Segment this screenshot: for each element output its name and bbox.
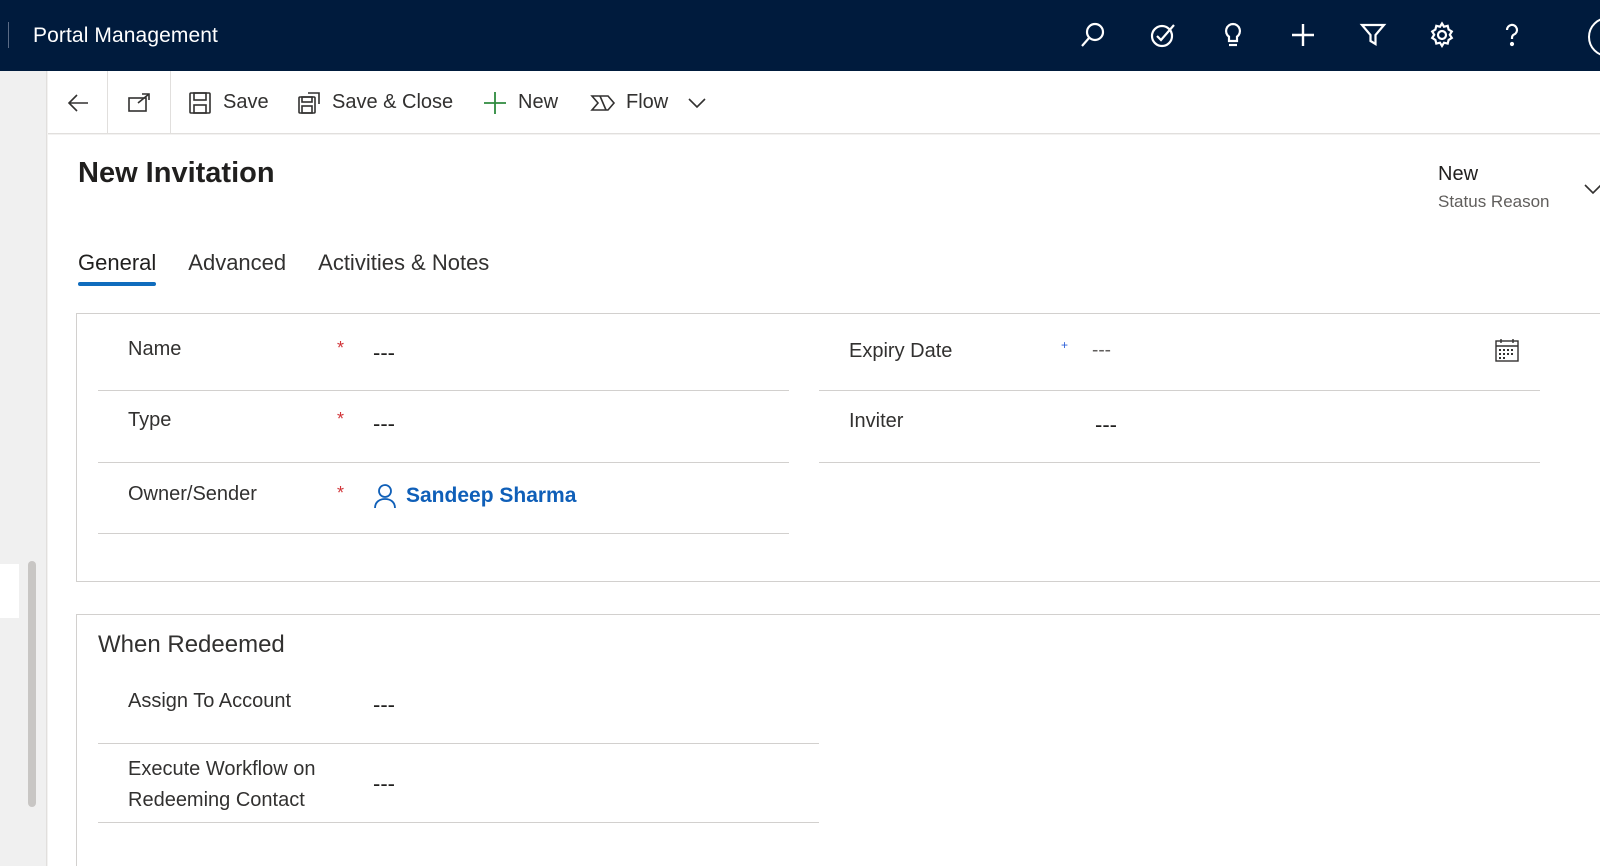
- field-label: Inviter: [849, 410, 904, 432]
- filter-icon[interactable]: [1355, 17, 1391, 53]
- save-and-close-label: Save & Close: [332, 91, 454, 113]
- required-indicator: *: [337, 338, 345, 358]
- command-divider: [170, 71, 171, 134]
- back-button[interactable]: [48, 71, 107, 134]
- left-nav-strip: [0, 71, 47, 866]
- field-label: Execute Workflow on Redeeming Contact: [128, 754, 316, 816]
- section-title: When Redeemed: [98, 631, 285, 658]
- settings-icon[interactable]: [1424, 17, 1460, 53]
- general-section: Name * --- Type * --- Owner/Sender * San…: [76, 313, 1600, 582]
- plus-icon[interactable]: [1285, 17, 1321, 53]
- form-tabs: General Advanced Activities & Notes: [78, 250, 521, 286]
- status-reason-label: Status Reason: [1438, 192, 1550, 211]
- lightbulb-icon[interactable]: [1215, 17, 1251, 53]
- new-button[interactable]: New: [482, 71, 558, 134]
- chevron-down-icon: [688, 97, 706, 108]
- field-label: Owner/Sender: [128, 483, 257, 505]
- chevron-down-icon[interactable]: [1583, 179, 1600, 199]
- owner-lookup-link[interactable]: Sandeep Sharma: [373, 483, 576, 509]
- person-icon: [374, 484, 396, 509]
- calendar-icon[interactable]: [1494, 337, 1520, 363]
- inviter-value[interactable]: ---: [1095, 412, 1117, 438]
- flow-button[interactable]: Flow: [590, 71, 668, 134]
- record-title: New Invitation: [78, 157, 275, 189]
- execute-workflow-value[interactable]: ---: [373, 771, 395, 797]
- name-field[interactable]: Name * ---: [98, 314, 789, 391]
- required-indicator: *: [337, 483, 345, 503]
- field-label: Expiry Date: [849, 340, 953, 362]
- task-check-icon[interactable]: [1145, 17, 1181, 53]
- add-icon: [484, 91, 506, 114]
- save-button-label: Save: [223, 91, 269, 113]
- form-area: New Invitation New Status Reason General…: [48, 135, 1600, 866]
- help-icon[interactable]: [1494, 17, 1530, 53]
- recommended-indicator: +: [1061, 338, 1069, 352]
- required-indicator: *: [337, 409, 345, 429]
- user-avatar[interactable]: [1588, 17, 1600, 57]
- when-redeemed-section: When Redeemed Assign To Account --- Exec…: [76, 614, 1600, 866]
- nav-selection: [0, 564, 19, 618]
- type-value[interactable]: ---: [373, 411, 395, 437]
- save-button[interactable]: Save: [187, 71, 269, 134]
- new-button-label: New: [518, 91, 559, 113]
- search-icon[interactable]: [1075, 17, 1111, 53]
- save-and-close-button[interactable]: Save & Close: [296, 71, 453, 134]
- flow-button-label: Flow: [626, 91, 669, 113]
- field-label-line: Redeeming Contact: [128, 789, 305, 811]
- nav-divider: [8, 22, 9, 48]
- tab-general[interactable]: General: [78, 250, 157, 286]
- tab-activities-notes[interactable]: Activities & Notes: [318, 250, 489, 286]
- type-field[interactable]: Type * ---: [98, 391, 789, 463]
- open-in-new-window-button[interactable]: [108, 71, 170, 134]
- command-bar: Save Save & Close New Flow: [48, 71, 1600, 134]
- expiry-date-value[interactable]: ---: [1092, 340, 1111, 362]
- inviter-field[interactable]: Inviter ---: [819, 391, 1540, 463]
- save-close-icon: [298, 91, 320, 114]
- back-arrow-icon: [67, 93, 88, 112]
- name-value[interactable]: ---: [373, 340, 395, 366]
- field-label: Name: [128, 338, 182, 360]
- expiry-date-field[interactable]: Expiry Date + ---: [819, 314, 1540, 391]
- assign-to-account-value[interactable]: ---: [373, 692, 395, 718]
- app-title[interactable]: Portal Management: [33, 24, 218, 48]
- owner-sender-field[interactable]: Owner/Sender * Sandeep Sharma: [98, 463, 789, 534]
- status-reason-value: New: [1438, 163, 1479, 185]
- save-icon: [189, 91, 211, 114]
- scrollbar[interactable]: [28, 561, 36, 807]
- popout-icon: [128, 92, 150, 112]
- flow-dropdown-button[interactable]: [682, 71, 712, 134]
- flow-icon: [590, 94, 616, 111]
- owner-name: Sandeep Sharma: [406, 484, 577, 507]
- field-label: Assign To Account: [128, 690, 292, 712]
- tab-advanced[interactable]: Advanced: [188, 250, 286, 286]
- execute-workflow-field[interactable]: Execute Workflow on Redeeming Contact --…: [98, 744, 819, 823]
- field-label-line: Execute Workflow on: [128, 758, 316, 780]
- top-navigation-bar: Portal Management: [0, 0, 1600, 71]
- assign-to-account-field[interactable]: Assign To Account ---: [98, 667, 819, 744]
- field-label: Type: [128, 409, 172, 431]
- status-reason-header[interactable]: New Status Reason: [1438, 163, 1550, 212]
